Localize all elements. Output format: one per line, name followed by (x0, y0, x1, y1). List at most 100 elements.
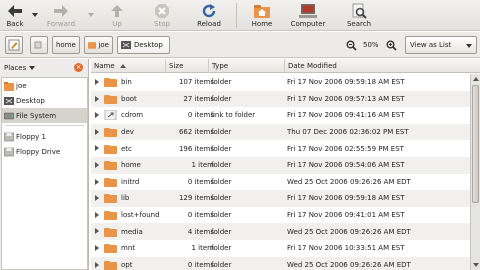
forward-button[interactable]: Forward (44, 0, 78, 31)
file-name: boot (121, 94, 137, 103)
table-row[interactable]: initrd 0 items folder Wed 25 Oct 2006 09:26… (91, 174, 480, 191)
back-history-arrow-icon[interactable] (32, 13, 38, 17)
file-name-cell: boot (104, 91, 174, 108)
table-row[interactable]: lib 129 items folder Fri 17 Nov 2006 09:59:… (91, 190, 480, 207)
table-row[interactable]: opt 0 items folder Wed 25 Oct 2006 09:26:26… (91, 256, 480, 270)
reload-button[interactable]: Reload (192, 0, 226, 31)
home-button[interactable]: Home (246, 0, 278, 31)
close-sidebar-icon[interactable]: × (74, 63, 83, 72)
location-edit-toggle[interactable] (5, 36, 23, 54)
view-mode-select[interactable]: View as List (405, 36, 477, 54)
table-row[interactable]: boot 27 items folder Fri 17 Nov 2006 09:57:… (91, 90, 480, 108)
up-button[interactable]: Up (104, 0, 130, 31)
expand-arrow-icon[interactable] (95, 195, 99, 202)
reload-icon (202, 4, 216, 18)
sidebar-item-label: File System (16, 111, 57, 120)
harddisk-icon (4, 112, 14, 119)
file-date-cell: Wed 25 Oct 2006 09:26:26 AM EDT (287, 260, 411, 269)
file-date-cell: Fri 17 Nov 2006 09:41:01 AM EST (287, 211, 405, 220)
sidebar-item-desktop[interactable]: Desktop (2, 93, 87, 108)
back-button[interactable]: Back (2, 0, 28, 31)
table-row[interactable]: media 4 items folder Wed 25 Oct 2006 09:26:… (91, 223, 480, 240)
table-row[interactable]: home 1 item folder Fri 17 Nov 2006 09:54:06… (91, 156, 480, 174)
computer-button[interactable]: Computer (286, 0, 330, 31)
file-date-cell: Wed 25 Oct 2006 09:26:26 AM EDT (287, 227, 411, 236)
file-name-cell: dev (104, 124, 174, 141)
toolbar-separator (236, 3, 237, 28)
expand-arrow-icon[interactable] (95, 79, 99, 85)
zoom-level[interactable]: 50% (363, 41, 379, 49)
sort-ascending-icon (119, 64, 126, 68)
expand-arrow-icon[interactable] (95, 112, 99, 119)
file-name-cell: opt (104, 257, 174, 270)
file-type-cell: folder (211, 161, 232, 170)
floppy-icon (4, 147, 14, 156)
file-type-cell: folder (211, 260, 232, 269)
expand-arrow-icon[interactable] (95, 178, 99, 185)
file-name-cell: media (104, 223, 174, 240)
expand-arrow-icon[interactable] (95, 228, 99, 235)
scroll-up-arrow-icon[interactable] (473, 77, 479, 81)
sidebar-item-floppy-drive[interactable]: Floppy Drive (2, 144, 87, 159)
column-header-name[interactable]: Name (91, 59, 166, 73)
path-crumb-home[interactable]: home (52, 36, 80, 54)
sidebar-item-floppy-1[interactable]: Floppy 1 (2, 129, 87, 144)
file-name-cell: mnt (104, 240, 174, 257)
table-row[interactable]: dev 662 items folder Thu 07 Dec 2006 02:36:… (91, 123, 480, 141)
file-name: opt (121, 260, 133, 269)
computer-icon (299, 4, 317, 18)
places-list: joe Desktop File System Floppy 1 Floppy … (1, 77, 88, 270)
search-icon (352, 3, 367, 19)
file-type-cell: folder (211, 177, 232, 186)
file-date-cell: Fri 17 Nov 2006 09:59:18 AM EST (287, 194, 405, 203)
chevron-down-icon (466, 44, 472, 48)
scroll-down-arrow-icon[interactable] (473, 263, 479, 267)
expand-arrow-icon[interactable] (95, 145, 99, 152)
column-header-type[interactable]: Type (209, 59, 285, 73)
table-row[interactable]: bin 107 items folder Fri 17 Nov 2006 09:59:… (91, 74, 480, 91)
expand-arrow-icon[interactable] (95, 261, 99, 268)
path-crumb-desktop[interactable]: Desktop (117, 36, 170, 54)
search-button[interactable]: Search (342, 0, 376, 31)
home-icon (254, 5, 270, 18)
file-name-cell: initrd (104, 174, 174, 191)
path-scroll-left-button[interactable] (30, 36, 48, 54)
path-crumb-label: joe (98, 41, 109, 49)
file-type-cell: folder (211, 227, 232, 236)
expand-arrow-icon[interactable] (95, 161, 99, 168)
sidebar-item-label: Floppy Drive (16, 147, 61, 156)
sidebar-item-file-system[interactable]: File System (2, 108, 87, 123)
path-crumb-label: Desktop (134, 41, 163, 49)
file-size-cell: 0 items (187, 177, 214, 186)
table-row[interactable]: mnt 1 item folder Fri 17 Nov 2006 10:33:51 … (91, 240, 480, 257)
column-header-size[interactable]: Size (166, 59, 209, 73)
sidebar-item-joe[interactable]: joe (2, 78, 87, 93)
expand-arrow-icon[interactable] (95, 244, 99, 251)
zoom-in-icon[interactable] (386, 40, 397, 51)
computer-label: Computer (290, 20, 326, 28)
zoom-out-icon[interactable] (346, 40, 357, 51)
forward-history-arrow-icon[interactable] (88, 13, 94, 17)
folder-icon (104, 94, 117, 104)
file-date-cell: Wed 25 Oct 2006 09:26:26 AM EDT (287, 177, 411, 186)
vertical-scrollbar[interactable] (470, 74, 480, 270)
expand-arrow-icon[interactable] (95, 128, 99, 135)
desktop-icon (4, 96, 14, 105)
file-name-cell: lib (104, 190, 174, 207)
table-row[interactable]: cdrom 0 items link to folder Fri 17 Nov 200… (91, 107, 480, 124)
expand-arrow-icon[interactable] (95, 95, 99, 102)
column-header-label: Size (169, 62, 184, 70)
column-header-label: Date Modified (288, 62, 337, 70)
table-row[interactable]: lost+found 0 items folder Fri 17 Nov 2006 0… (91, 207, 480, 224)
file-name: home (121, 161, 141, 170)
file-size-cell: 0 items (187, 211, 214, 220)
home-label: Home (251, 20, 273, 28)
stop-button[interactable]: Stop (148, 0, 176, 31)
expand-arrow-icon[interactable] (95, 211, 99, 218)
scrollbar-thumb[interactable] (472, 85, 479, 203)
path-crumb-joe[interactable]: joe (84, 36, 113, 54)
column-header-date-modified[interactable]: Date Modified (285, 59, 480, 73)
file-size-cell: 196 items (178, 144, 214, 153)
file-size-cell: 1 item (191, 244, 215, 253)
table-row[interactable]: etc 196 items folder Fri 17 Nov 2006 02:55:… (91, 140, 480, 157)
